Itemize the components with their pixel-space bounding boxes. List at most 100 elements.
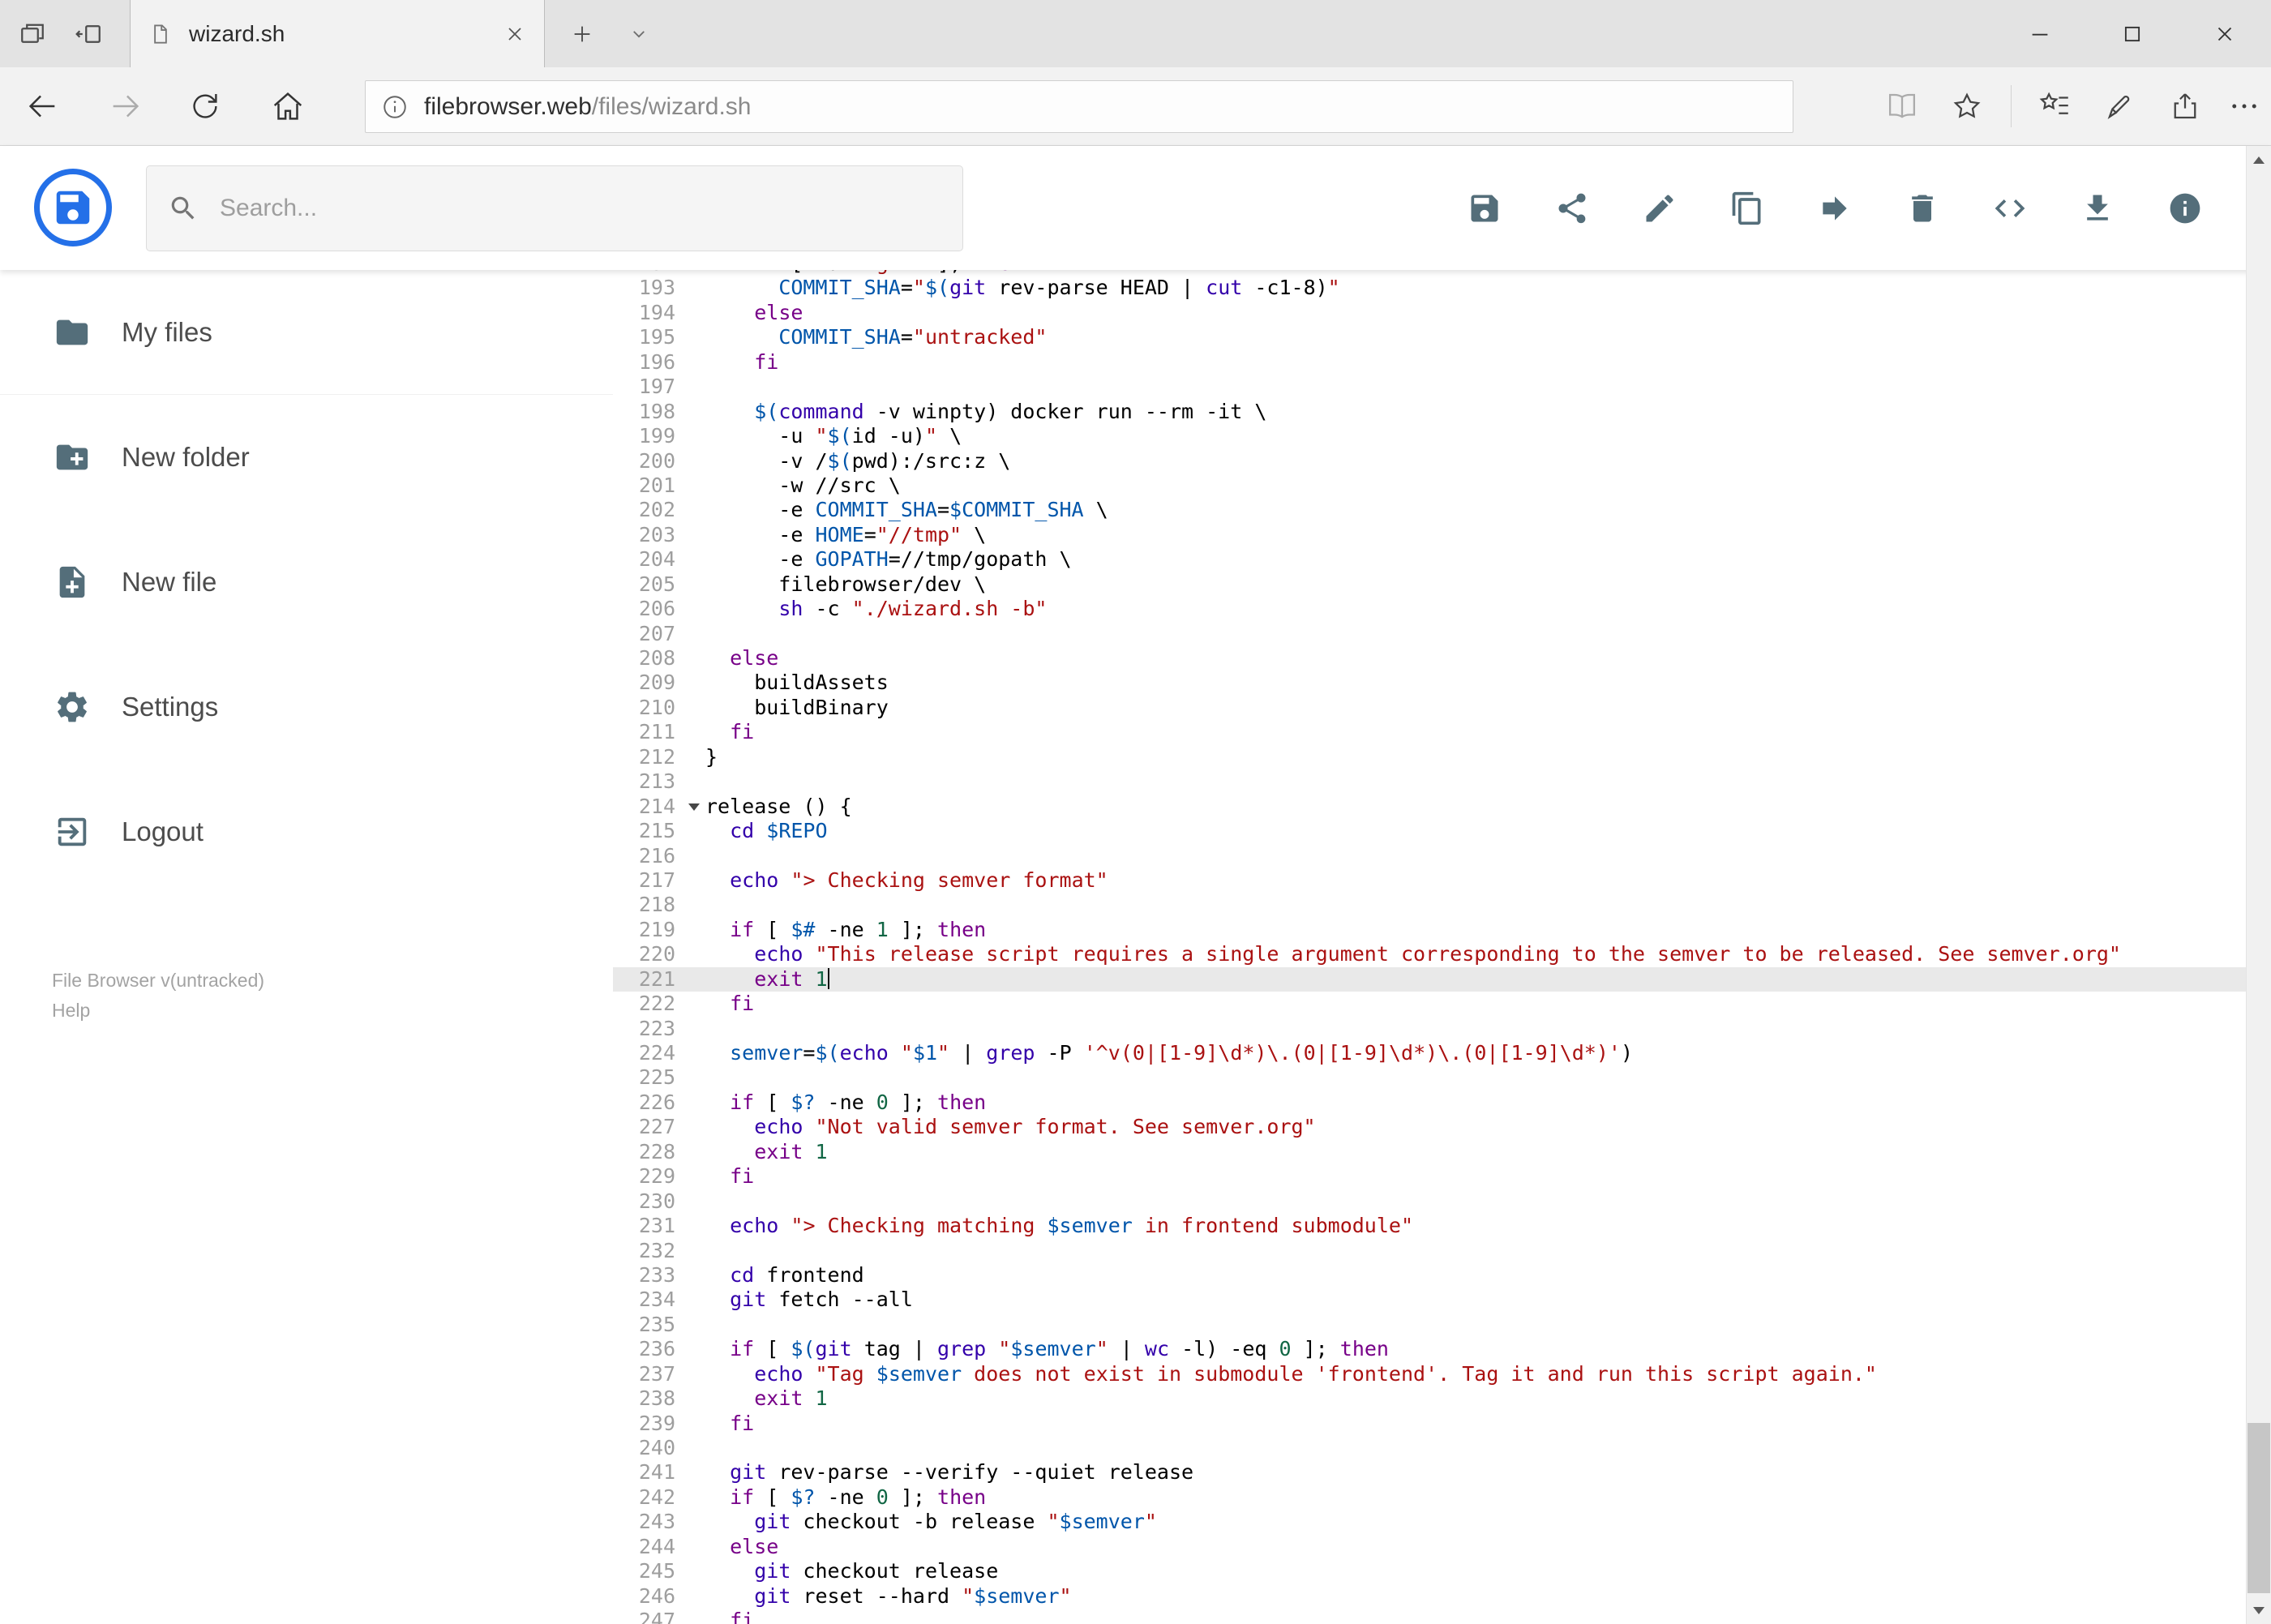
code-line[interactable]: 223 (613, 1017, 2246, 1041)
code-line[interactable]: 240 (613, 1436, 2246, 1460)
filebrowser-logo[interactable] (34, 169, 112, 246)
new-tab-button[interactable] (561, 0, 603, 67)
code-line[interactable]: 219 if [ $# -ne 1 ]; then (613, 918, 2246, 942)
more-options-button[interactable] (2217, 67, 2271, 145)
code-line[interactable]: 196 fi (613, 350, 2246, 375)
code-line[interactable]: 192 if [ -d ".git" ]; then (613, 270, 2246, 276)
code-line[interactable]: 242 if [ $? -ne 0 ]; then (613, 1485, 2246, 1510)
code-line[interactable]: 235 (613, 1313, 2246, 1337)
code-line[interactable]: 218 (613, 893, 2246, 917)
code-line[interactable]: 247 fi (613, 1609, 2246, 1624)
help-link[interactable]: Help (52, 996, 264, 1026)
code-line[interactable]: 205 filebrowser/dev \ (613, 572, 2246, 597)
sidebar-item-logout[interactable]: Logout (0, 769, 613, 894)
set-tabs-aside-button[interactable] (75, 19, 104, 49)
code-line[interactable]: 245 git checkout release (613, 1559, 2246, 1583)
code-line[interactable]: 200 -v /$(pwd):/src:z \ (613, 449, 2246, 473)
hub-favorites-button[interactable] (2023, 67, 2088, 145)
code-line[interactable]: 230 (613, 1189, 2246, 1214)
share-button[interactable] (2153, 67, 2217, 145)
code-line[interactable]: 238 exit 1 (613, 1386, 2246, 1411)
raw-view-button[interactable] (1966, 165, 2054, 252)
code-line[interactable]: 216 (613, 844, 2246, 868)
code-line[interactable]: 243 git checkout -b release "$semver" (613, 1510, 2246, 1534)
code-line[interactable]: 241 git rev-parse --verify --quiet relea… (613, 1460, 2246, 1485)
code-line[interactable]: 233 cd frontend (613, 1263, 2246, 1288)
scroll-up-button[interactable] (2247, 146, 2271, 174)
code-line[interactable]: 210 buildBinary (613, 696, 2246, 720)
page-scrollbar[interactable] (2246, 146, 2271, 1624)
sidebar-item-new-folder[interactable]: New folder (0, 395, 613, 520)
code-line[interactable]: 212} (613, 745, 2246, 769)
search-input[interactable] (218, 194, 899, 223)
code-line[interactable]: 213 (613, 769, 2246, 794)
code-line[interactable]: 198 $(command -v winpty) docker run --rm… (613, 400, 2246, 424)
code-line[interactable]: 227 echo "Not valid semver format. See s… (613, 1115, 2246, 1139)
code-line[interactable]: 234 git fetch --all (613, 1288, 2246, 1312)
delete-button[interactable] (1879, 165, 1966, 252)
show-set-aside-tabs-button[interactable] (18, 19, 47, 49)
code-line[interactable]: 231 echo "> Checking matching $semver in… (613, 1214, 2246, 1238)
code-line[interactable]: 244 else (613, 1535, 2246, 1559)
info-button[interactable] (2141, 165, 2229, 252)
browser-tab[interactable]: wizard.sh (130, 0, 545, 67)
code-line[interactable]: 222 fi (613, 992, 2246, 1016)
scroll-down-button[interactable] (2247, 1596, 2271, 1624)
forward-button[interactable] (85, 67, 166, 145)
code-line[interactable]: 232 (613, 1239, 2246, 1263)
code-line[interactable]: 202 -e COMMIT_SHA=$COMMIT_SHA \ (613, 498, 2246, 522)
minimize-button[interactable] (1994, 0, 2086, 67)
code-line[interactable]: 246 git reset --hard "$semver" (613, 1584, 2246, 1609)
code-line[interactable]: 208 else (613, 646, 2246, 671)
back-button[interactable] (2, 67, 83, 145)
move-button[interactable] (1791, 165, 1879, 252)
share-button[interactable] (1528, 165, 1616, 252)
search-box[interactable] (146, 165, 963, 251)
code-line[interactable]: 211 fi (613, 720, 2246, 744)
copy-button[interactable] (1703, 165, 1791, 252)
code-line[interactable]: 195 COMMIT_SHA="untracked" (613, 325, 2246, 349)
code-line[interactable]: 225 (613, 1065, 2246, 1090)
code-line[interactable]: 214 release () { (613, 795, 2246, 819)
code-line[interactable]: 237 echo "Tag $semver does not exist in … (613, 1362, 2246, 1386)
code-line[interactable]: 215 cd $REPO (613, 819, 2246, 843)
code-line[interactable]: 224 semver=$(echo "$1" | grep -P '^v(0|[… (613, 1041, 2246, 1065)
home-button[interactable] (247, 67, 328, 145)
code-line[interactable]: 228 exit 1 (613, 1140, 2246, 1164)
code-line[interactable]: 206 sh -c "./wizard.sh -b" (613, 597, 2246, 621)
code-line[interactable]: 229 fi (613, 1164, 2246, 1189)
code-line[interactable]: 236 if [ $(git tag | grep "$semver" | wc… (613, 1337, 2246, 1361)
maximize-button[interactable] (2086, 0, 2179, 67)
refresh-button[interactable] (165, 67, 246, 145)
code-line[interactable]: 199 -u "$(id -u)" \ (613, 424, 2246, 448)
code-line[interactable]: 239 fi (613, 1412, 2246, 1436)
close-window-button[interactable] (2179, 0, 2271, 67)
web-note-button[interactable] (2088, 67, 2153, 145)
code-line[interactable]: 201 -w //src \ (613, 473, 2246, 498)
code-line[interactable]: 207 (613, 622, 2246, 646)
sidebar-item-settings[interactable]: Settings (0, 645, 613, 769)
rename-button[interactable] (1616, 165, 1703, 252)
code-line[interactable]: 193 COMMIT_SHA="$(git rev-parse HEAD | c… (613, 276, 2246, 300)
code-line[interactable]: 194 else (613, 301, 2246, 325)
code-line[interactable]: 217 echo "> Checking semver format" (613, 868, 2246, 893)
code-line[interactable]: 209 buildAssets (613, 671, 2246, 695)
sidebar-item-my-files[interactable]: My files (0, 270, 613, 395)
scrollbar-thumb[interactable] (2247, 1423, 2270, 1593)
code-line[interactable]: 203 -e HOME="//tmp" \ (613, 523, 2246, 547)
save-button[interactable] (1441, 165, 1528, 252)
code-line[interactable]: 221 exit 1 (613, 966, 2246, 992)
reading-view-button[interactable] (1870, 67, 1935, 145)
code-line[interactable]: 226 if [ $? -ne 0 ]; then (613, 1091, 2246, 1115)
code-line[interactable]: 220 echo "This release script requires a… (613, 942, 2246, 966)
code-editor[interactable]: 192 if [ -d ".git" ]; then193 COMMIT_SHA… (613, 270, 2246, 1624)
download-button[interactable] (2054, 165, 2141, 252)
sidebar-item-new-file[interactable]: New file (0, 520, 613, 645)
code-line[interactable]: 197 (613, 375, 2246, 399)
code-line[interactable]: 204 -e GOPATH=//tmp/gopath \ (613, 547, 2246, 572)
address-bar[interactable]: filebrowser.web/files/wizard.sh (365, 80, 1793, 133)
add-favorite-button[interactable] (1935, 67, 1999, 145)
tab-preview-button[interactable] (618, 0, 660, 67)
fold-marker-icon[interactable] (688, 803, 700, 811)
tab-close-button[interactable] (503, 23, 526, 45)
